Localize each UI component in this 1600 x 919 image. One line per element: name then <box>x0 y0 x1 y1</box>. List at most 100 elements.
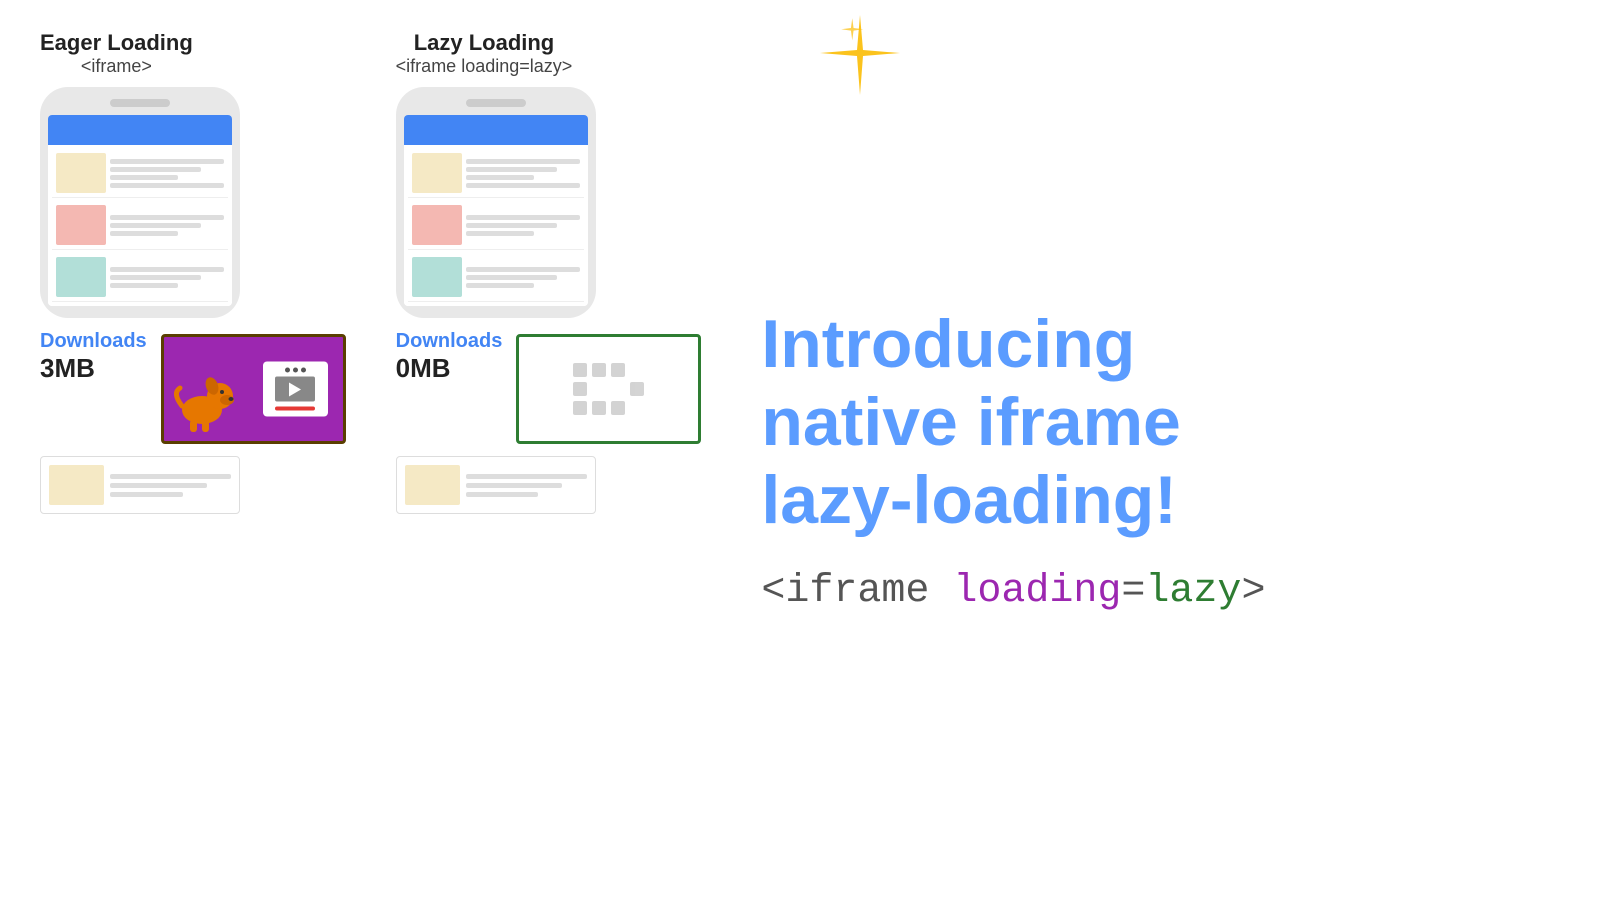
extra-card-img <box>49 465 104 505</box>
line <box>110 283 178 288</box>
phones-row: Eager Loading <iframe> <box>40 30 701 889</box>
sp <box>573 363 587 377</box>
dot <box>293 368 298 373</box>
eager-downloads-label: Downloads <box>40 330 147 353</box>
line <box>466 167 557 172</box>
eager-extra-card <box>40 456 240 514</box>
extra-card-lines <box>110 465 231 505</box>
eager-label: Eager Loading <iframe> <box>40 30 193 77</box>
lazy-card1-img <box>412 153 462 193</box>
lazy-column: Lazy Loading <iframe loading=lazy> <box>396 30 702 514</box>
sp <box>592 401 606 415</box>
lazy-downloads-amount: 0MB <box>396 353 503 384</box>
lazy-card3-lines <box>466 257 580 297</box>
code-lazy-keyword: lazy <box>1145 569 1241 614</box>
code-prefix: <iframe <box>761 569 953 614</box>
sp <box>630 401 644 415</box>
eager-iframe-preview <box>161 334 346 444</box>
lazy-screen <box>404 115 588 306</box>
line <box>110 474 231 479</box>
line <box>466 159 580 164</box>
lazy-extra-card <box>396 456 596 514</box>
line <box>466 267 580 272</box>
sparkle-icon <box>820 15 900 95</box>
phone-notch-lazy <box>466 99 526 107</box>
line <box>110 231 178 236</box>
line <box>110 167 201 172</box>
eager-phone <box>40 87 240 318</box>
lazy-topbar <box>404 115 588 145</box>
lazy-card-3 <box>408 253 584 302</box>
sp <box>592 382 606 396</box>
lazy-content <box>404 145 588 306</box>
line <box>466 215 580 220</box>
sp <box>611 363 625 377</box>
eager-card-2 <box>52 201 228 250</box>
intro-line1: Introducing <box>761 306 1135 382</box>
play-triangle <box>289 382 301 396</box>
lazy-card-1 <box>408 149 584 198</box>
dot <box>285 368 290 373</box>
eager-downloads-info: Downloads 3MB <box>40 330 147 384</box>
code-snippet: <iframe loading=lazy> <box>761 569 1560 614</box>
card3-img <box>56 257 106 297</box>
line <box>466 183 580 188</box>
intro-line2: native iframe <box>761 384 1181 460</box>
intro-line3: lazy-loading! <box>761 462 1177 538</box>
lazy-subtitle: <iframe loading=lazy> <box>396 56 573 77</box>
code-suffix: > <box>1241 569 1265 614</box>
eager-downloads-amount: 3MB <box>40 353 147 384</box>
phone-notch-eager <box>110 99 170 107</box>
intro-heading: Introducing native iframe lazy-loading! <box>761 305 1560 540</box>
sp <box>592 363 606 377</box>
line <box>466 283 534 288</box>
dog-icon <box>172 368 237 433</box>
line <box>110 175 178 180</box>
right-side: Introducing native iframe lazy-loading! … <box>701 30 1560 889</box>
line <box>110 215 224 220</box>
video-icon-box <box>263 362 328 417</box>
card2-lines <box>110 205 224 245</box>
line <box>466 492 539 497</box>
lazy-extra-card-lines <box>466 465 587 505</box>
code-loading-keyword: loading <box>953 569 1121 614</box>
line <box>110 183 224 188</box>
eager-content <box>48 145 232 306</box>
lazy-card2-img <box>412 205 462 245</box>
line <box>110 159 224 164</box>
lazy-card3-img <box>412 257 462 297</box>
eager-card-1 <box>52 149 228 198</box>
line <box>466 474 587 479</box>
lazy-title: Lazy Loading <box>396 30 573 56</box>
lazy-card2-lines <box>466 205 580 245</box>
lazy-extra-card-img <box>405 465 460 505</box>
card1-lines <box>110 153 224 193</box>
video-dots <box>285 368 306 373</box>
video-progress-bar <box>275 406 315 410</box>
lazy-phone <box>396 87 596 318</box>
loading-pattern <box>573 363 644 415</box>
line <box>110 483 207 488</box>
line <box>110 275 201 280</box>
card3-lines <box>110 257 224 297</box>
sp <box>611 401 625 415</box>
eager-card-3 <box>52 253 228 302</box>
sp <box>630 363 644 377</box>
lazy-downloads-label: Downloads <box>396 330 503 353</box>
line <box>466 275 557 280</box>
line <box>110 223 201 228</box>
card2-img <box>56 205 106 245</box>
line <box>466 223 557 228</box>
line <box>466 231 534 236</box>
lazy-iframe-preview <box>516 334 701 444</box>
line <box>466 483 563 488</box>
eager-subtitle: <iframe> <box>40 56 193 77</box>
line <box>110 492 183 497</box>
dot <box>301 368 306 373</box>
line <box>466 175 534 180</box>
eager-topbar <box>48 115 232 145</box>
sp <box>573 382 587 396</box>
lazy-label: Lazy Loading <iframe loading=lazy> <box>396 30 573 77</box>
sp <box>630 382 644 396</box>
code-equals: = <box>1121 569 1145 614</box>
